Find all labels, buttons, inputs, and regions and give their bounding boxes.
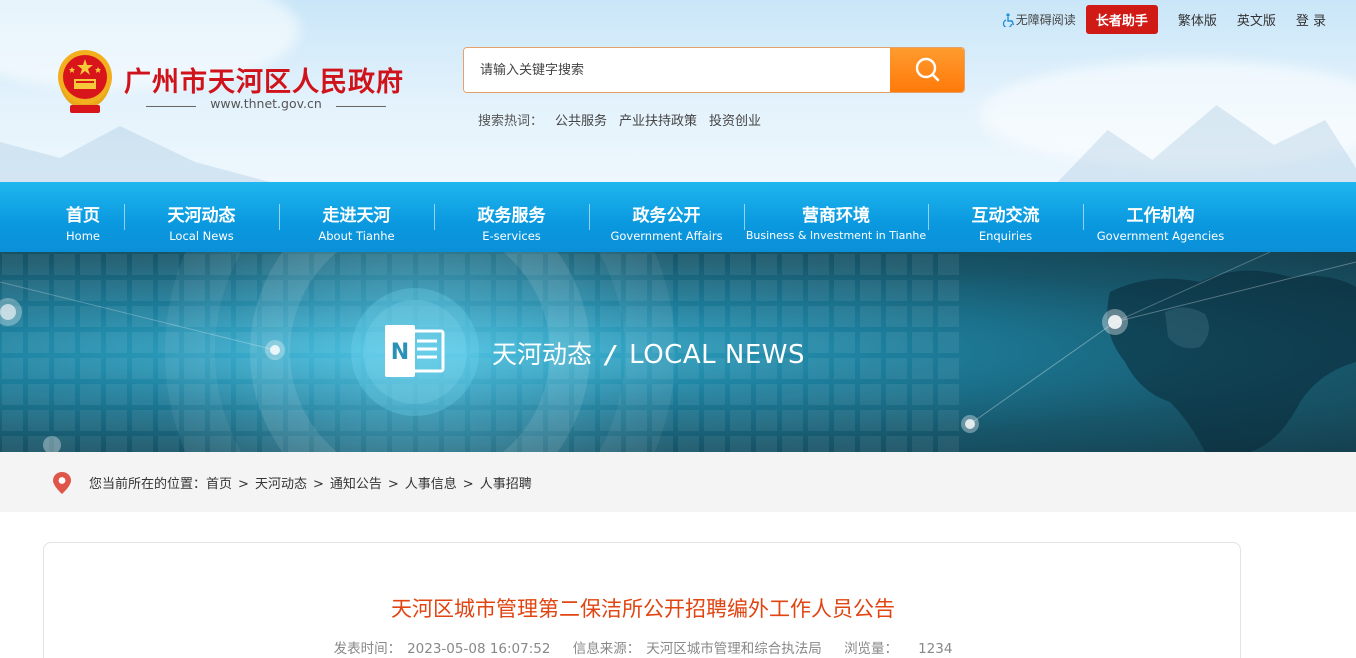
breadcrumb-separator: > bbox=[387, 477, 399, 492]
news-icon-letter: N bbox=[391, 340, 409, 365]
banner-title-en: LOCAL NEWS bbox=[629, 340, 805, 370]
nav-item-sublabel: Business & Investment in Tianhe bbox=[745, 229, 927, 242]
main-nav: 首页 Home 天河动态 Local News 走进天河 About Tianh… bbox=[0, 182, 1356, 252]
nav-item-label: 工作机构 bbox=[1126, 206, 1195, 226]
info-source-label: 信息来源： bbox=[572, 641, 641, 657]
info-source-value: 天河区城市管理和综合执法局 bbox=[646, 641, 822, 657]
banner-slash: / bbox=[606, 340, 616, 369]
article-title: 天河区城市管理第二保洁所公开招聘编外工作人员公告 bbox=[391, 597, 895, 621]
info-source: 信息来源： 天河区城市管理和综合执法局 bbox=[567, 641, 822, 657]
login-link[interactable]: 登 录 bbox=[1296, 10, 1326, 29]
nav-item-government-agencies[interactable]: 工作机构 Government Agencies bbox=[1083, 182, 1238, 252]
search-hotwords: 搜索热词： 公共服务 产业扶持政策 投资创业 bbox=[478, 110, 761, 129]
view-count-label: 浏览量： bbox=[844, 641, 899, 657]
traditional-chinese-link[interactable]: 繁体版 bbox=[1178, 10, 1217, 29]
publish-time: 发表时间： 2023-05-08 16:07:52 bbox=[328, 641, 551, 657]
nav-item-local-news[interactable]: 天河动态 Local News bbox=[124, 182, 279, 252]
nav-item-e-services[interactable]: 政务服务 E-services bbox=[434, 182, 589, 252]
top-links: 无障碍阅读 长者助手 繁体版 英文版 登 录 bbox=[1002, 5, 1336, 34]
hotwords-label: 搜索热词： bbox=[478, 114, 544, 129]
hotword-link[interactable]: 公共服务 bbox=[555, 114, 607, 129]
nav-item-sublabel: Government Affairs bbox=[610, 229, 723, 243]
national-emblem-logo[interactable] bbox=[52, 47, 118, 115]
nav-item-sublabel: Enquiries bbox=[978, 229, 1033, 243]
banner-title-cn: 天河动态 bbox=[492, 340, 593, 369]
search-input[interactable] bbox=[464, 48, 890, 92]
breadcrumb-separator: > bbox=[462, 477, 474, 492]
nav-item-label: 营商环境 bbox=[802, 206, 870, 226]
nav-item-sublabel: Government Agencies bbox=[1096, 229, 1225, 243]
breadcrumb-item[interactable]: 天河动态 bbox=[255, 477, 307, 492]
view-count-value: 1234 bbox=[918, 641, 953, 657]
site-header: 广州市天河区人民政府 www.thnet.gov.cn 搜索热词： 公共服务产业扶… bbox=[0, 0, 1356, 182]
accessibility-label: 无障碍阅读 bbox=[1015, 13, 1076, 27]
nav-item-label: 首页 bbox=[66, 206, 100, 226]
section-banner: N 天河动态 / LOCAL NEWS bbox=[0, 252, 1356, 452]
site-url-text: www.thnet.gov.cn bbox=[210, 96, 322, 111]
publish-time-label: 发表时间： bbox=[333, 641, 402, 657]
search-button[interactable] bbox=[890, 48, 964, 92]
nav-item-sublabel: About Tianhe bbox=[318, 229, 395, 243]
nav-item-sublabel: Home bbox=[66, 229, 100, 243]
breadcrumb-item[interactable]: 通知公告 bbox=[330, 477, 382, 492]
location-pin-icon bbox=[52, 471, 72, 499]
breadcrumb-separator: > bbox=[312, 477, 324, 492]
nav-item-label: 互动交流 bbox=[971, 206, 1040, 226]
nav-item-enquiries[interactable]: 互动交流 Enquiries bbox=[928, 182, 1083, 252]
site-title[interactable]: 广州市天河区人民政府 bbox=[124, 60, 404, 99]
nav-item-about-tianhe[interactable]: 走进天河 About Tianhe bbox=[279, 182, 434, 252]
breadcrumb-item[interactable]: 首页 bbox=[206, 477, 232, 492]
nav-item-label: 政务服务 bbox=[477, 206, 546, 226]
hotword-link[interactable]: 投资创业 bbox=[709, 114, 761, 129]
search-box bbox=[463, 47, 965, 93]
breadcrumb-item[interactable]: 人事招聘 bbox=[480, 477, 532, 492]
hotword-link[interactable]: 产业扶持政策 bbox=[619, 114, 697, 129]
english-version-link[interactable]: 英文版 bbox=[1237, 10, 1276, 29]
nav-item-label: 政务公开 bbox=[632, 206, 701, 226]
breadcrumb-bar: 您当前所在的位置：首页 > 天河动态 > 通知公告 > 人事信息 > 人事招聘 bbox=[0, 452, 1356, 512]
banner-heading: 天河动态 / LOCAL NEWS bbox=[492, 335, 805, 371]
nav-item-label: 天河动态 bbox=[167, 206, 236, 226]
accessibility-link[interactable]: 无障碍阅读 bbox=[1002, 11, 1076, 28]
header-mountain bbox=[0, 126, 300, 182]
wheelchair-icon bbox=[1002, 12, 1014, 27]
publish-time-value: 2023-05-08 16:07:52 bbox=[407, 641, 551, 657]
site-url: www.thnet.gov.cn bbox=[146, 96, 386, 111]
search-icon bbox=[915, 57, 940, 82]
article-meta: 发表时间： 2023-05-08 16:07:52 信息来源： 天河区城市管理和综合… bbox=[44, 637, 1242, 657]
nav-item-government-affairs[interactable]: 政务公开 Government Affairs bbox=[589, 182, 744, 252]
breadcrumb-label: 您当前所在的位置： bbox=[89, 477, 207, 492]
nav-item-sublabel: Local News bbox=[169, 229, 234, 243]
nav-item-home[interactable]: 首页 Home bbox=[42, 182, 124, 252]
elder-mode-button[interactable]: 长者助手 bbox=[1085, 5, 1158, 34]
article-card: 天河区城市管理第二保洁所公开招聘编外工作人员公告 发表时间： 2023-05-08… bbox=[43, 542, 1241, 658]
nav-item-business-investment[interactable]: 营商环境 Business & Investment in Tianhe bbox=[744, 182, 928, 252]
breadcrumb-item[interactable]: 人事信息 bbox=[405, 477, 457, 492]
view-count: 浏览量： 1234 bbox=[838, 641, 958, 657]
breadcrumb: 您当前所在的位置：首页 > 天河动态 > 通知公告 > 人事信息 > 人事招聘 bbox=[89, 473, 532, 492]
news-icon: N bbox=[383, 325, 447, 377]
breadcrumb-separator: > bbox=[238, 477, 249, 492]
nav-item-sublabel: E-services bbox=[482, 229, 541, 243]
nav-item-label: 走进天河 bbox=[322, 206, 391, 226]
